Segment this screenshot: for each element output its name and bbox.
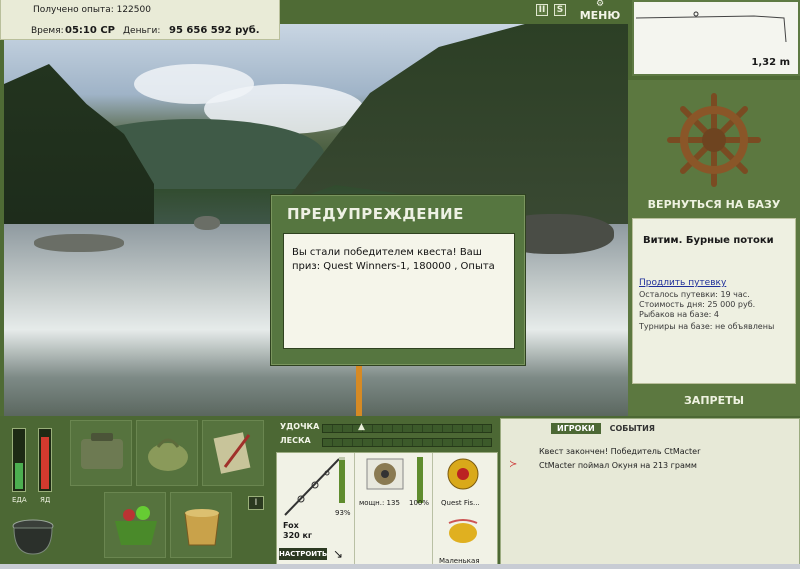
rod-slot[interactable]: 93% Fox 320 кг НАСТРОИТЬ ↘ bbox=[277, 453, 355, 569]
rod-tension-label: УДОЧКА bbox=[280, 422, 320, 431]
sound-button[interactable]: S bbox=[554, 4, 566, 16]
float-marker bbox=[693, 11, 699, 17]
bottom-panel: ЕДА ЯД I УДОЧКА ▲ ЛЕСКА 93% Fox 320 кг Н… bbox=[0, 416, 800, 569]
taskbar bbox=[0, 564, 800, 569]
chat-panel: ИГРОКИ СОБЫТИЯ Квест закончен! Победител… bbox=[500, 418, 800, 569]
rock bbox=[194, 216, 220, 230]
rod-condition-bar bbox=[339, 457, 345, 503]
food-gauge bbox=[12, 428, 26, 492]
extend-permit-link[interactable]: Продлить путевку bbox=[639, 278, 726, 288]
dialog-title: ПРЕДУПРЕЖДЕНИЕ bbox=[287, 205, 464, 223]
chat-message: CtMacter поймал Окуня на 213 грамм bbox=[539, 461, 697, 470]
bans-button[interactable]: ЗАПРЕТЫ bbox=[628, 394, 800, 407]
chat-tabs: ИГРОКИ СОБЫТИЯ bbox=[551, 423, 661, 434]
reel-slot[interactable]: мощн.: 135 100% bbox=[355, 453, 433, 569]
dialog-message: Вы стали победителем квеста! Ваш приз: Q… bbox=[283, 233, 515, 349]
player-info: Получено опыта: 122500 Время: 05:10 СР Д… bbox=[0, 0, 280, 40]
location-info: Витим. Бурные потоки Продлить путевку Ос… bbox=[632, 218, 796, 384]
bucket-icon bbox=[184, 509, 220, 546]
time-label: Время: bbox=[31, 26, 64, 36]
slot-toggle-button[interactable]: I bbox=[248, 496, 264, 510]
warning-dialog[interactable]: ПРЕДУПРЕЖДЕНИЕ Вы стали победителем квес… bbox=[270, 194, 526, 366]
right-panel: ВЕРНУТЬСЯ НА БАЗУ Витим. Бурные потоки П… bbox=[628, 80, 800, 416]
experience-text: Получено опыта: 122500 bbox=[33, 5, 151, 15]
bag-icon bbox=[148, 438, 188, 471]
fishers-count: Рыбаков на базе: 4 bbox=[639, 310, 719, 319]
tab-players[interactable]: ИГРОКИ bbox=[551, 423, 601, 434]
menu-label: МЕНЮ bbox=[579, 9, 621, 22]
lure-icon bbox=[448, 519, 478, 543]
chat-message: Квест закончен! Победитель CtMacter bbox=[539, 447, 701, 456]
poison-label: ЯД bbox=[40, 496, 51, 504]
rod-tension-bar bbox=[322, 424, 492, 433]
tackle-box-icon bbox=[81, 433, 123, 469]
rod-weight: 320 кг bbox=[283, 531, 313, 540]
fishing-rod[interactable] bbox=[356, 364, 362, 416]
reel-icon bbox=[366, 458, 404, 490]
line-tension-bar bbox=[322, 438, 492, 447]
rod-name: Fox bbox=[283, 521, 299, 530]
cauldron-icon[interactable] bbox=[10, 516, 56, 558]
ship-wheel-icon[interactable] bbox=[666, 92, 762, 188]
depth-panel: 1,32 m bbox=[632, 0, 800, 76]
inventory-slot[interactable] bbox=[104, 492, 166, 558]
inventory-slot[interactable] bbox=[70, 420, 132, 486]
reel-condition-pct: 100% bbox=[409, 499, 430, 507]
inventory-slot[interactable] bbox=[202, 420, 264, 486]
inventory-slot[interactable] bbox=[136, 420, 198, 486]
tab-events[interactable]: СОБЫТИЯ bbox=[604, 423, 661, 434]
line-tension-label: ЛЕСКА bbox=[280, 436, 311, 445]
basket-icon bbox=[115, 506, 157, 545]
permit-remaining: Осталось путевки: 19 час. bbox=[639, 290, 750, 299]
food-level bbox=[15, 463, 23, 489]
reel-power: мощн.: 135 bbox=[359, 499, 400, 507]
tackle-panel: 93% Fox 320 кг НАСТРОИТЬ ↘ мощн.: 135 10… bbox=[276, 452, 498, 569]
tournaments-status: Турниры на базе: не объявлены bbox=[639, 322, 775, 331]
inventory-slot[interactable] bbox=[170, 492, 232, 558]
poison-gauge bbox=[38, 428, 52, 492]
rod-tension-row: УДОЧКА ▲ bbox=[276, 422, 496, 434]
return-to-base-button[interactable]: ВЕРНУТЬСЯ НА БАЗУ bbox=[628, 198, 800, 211]
line-lure-slot[interactable]: Quest Fis... Маленькая bbox=[433, 453, 497, 569]
depth-value: 1,32 m bbox=[751, 57, 790, 68]
fish-icon: ≻ bbox=[509, 459, 518, 470]
day-cost: Стоимость дня: 25 000 руб. bbox=[639, 300, 756, 309]
pause-button[interactable]: II bbox=[536, 4, 548, 16]
location-title: Витим. Бурные потоки bbox=[643, 235, 774, 246]
resize-arrow-icon[interactable]: ↘ bbox=[333, 547, 343, 561]
menu-button[interactable]: ⚙ МЕНЮ bbox=[576, 0, 624, 22]
line-name: Quest Fis... bbox=[441, 499, 480, 507]
food-label: ЕДА bbox=[12, 496, 27, 504]
notebook-icon bbox=[213, 432, 251, 474]
gear-icon: ⚙ bbox=[595, 0, 605, 9]
line-tension-row: ЛЕСКА bbox=[276, 436, 496, 448]
time-value: 05:10 СР bbox=[65, 25, 115, 36]
money-value: 95 656 592 руб. bbox=[169, 25, 260, 36]
tension-marker-icon: ▲ bbox=[358, 422, 365, 432]
inventory-slots bbox=[66, 416, 274, 569]
tune-button[interactable]: НАСТРОИТЬ bbox=[279, 548, 327, 560]
rod-condition-pct: 93% bbox=[335, 509, 351, 517]
rock bbox=[34, 234, 124, 252]
reel-condition-bar bbox=[417, 457, 423, 503]
tension-bars: УДОЧКА ▲ ЛЕСКА bbox=[276, 418, 496, 448]
money-label: Деньги: bbox=[123, 26, 161, 36]
line-spool-icon bbox=[447, 458, 479, 490]
poison-level bbox=[41, 437, 49, 489]
